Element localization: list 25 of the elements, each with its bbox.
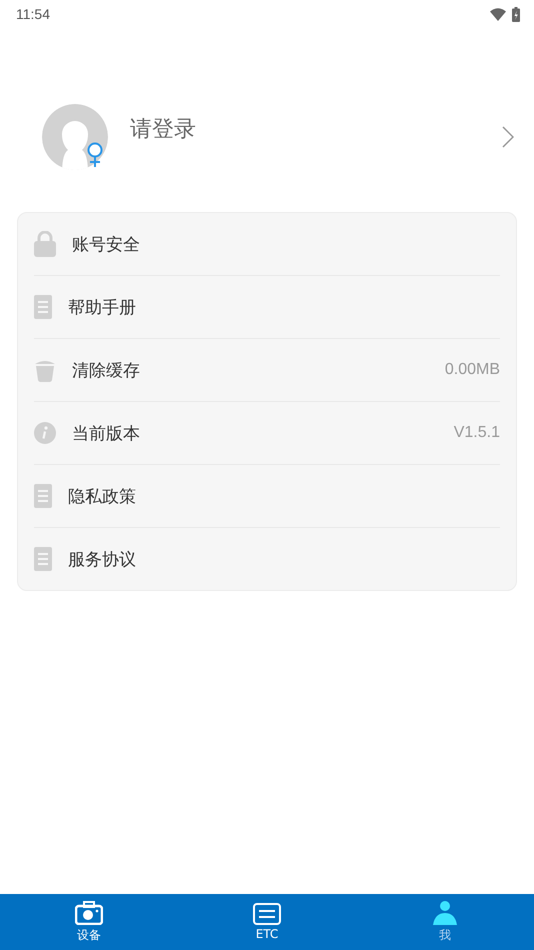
menu-item-value: V1.5.1: [454, 424, 500, 442]
nav-tab[interactable]: ETC: [178, 894, 356, 950]
menu-item-label[interactable]: 清除缓存: [72, 358, 445, 382]
chevron-right-icon[interactable]: [502, 126, 514, 148]
avatar-icon: [42, 104, 108, 170]
menu-item-label[interactable]: 帮助手册: [68, 296, 500, 318]
login-prompt[interactable]: 请登录: [130, 114, 502, 144]
nav-tab[interactable]: 设备: [0, 894, 178, 950]
info-icon: [34, 422, 56, 444]
menu-item-label[interactable]: 账号安全: [72, 232, 500, 256]
menu-item-label[interactable]: 隐私政策: [68, 484, 500, 508]
wifi-icon: [490, 8, 506, 20]
trash-icon: [34, 358, 56, 382]
document-icon: [34, 295, 52, 319]
menu-item-label[interactable]: 服务协议: [68, 548, 500, 570]
status-time: 11:54: [16, 6, 50, 22]
etc-card-icon: [253, 903, 281, 925]
menu-item-value: 0.00MB: [444, 361, 500, 379]
menu-item-label[interactable]: 当前版本: [72, 422, 454, 444]
lock-icon: [34, 231, 56, 257]
document-icon: [34, 484, 52, 508]
person-icon: [432, 900, 458, 924]
battery-icon: [512, 6, 520, 22]
document-icon: [34, 547, 52, 571]
camera-icon: [75, 900, 103, 924]
